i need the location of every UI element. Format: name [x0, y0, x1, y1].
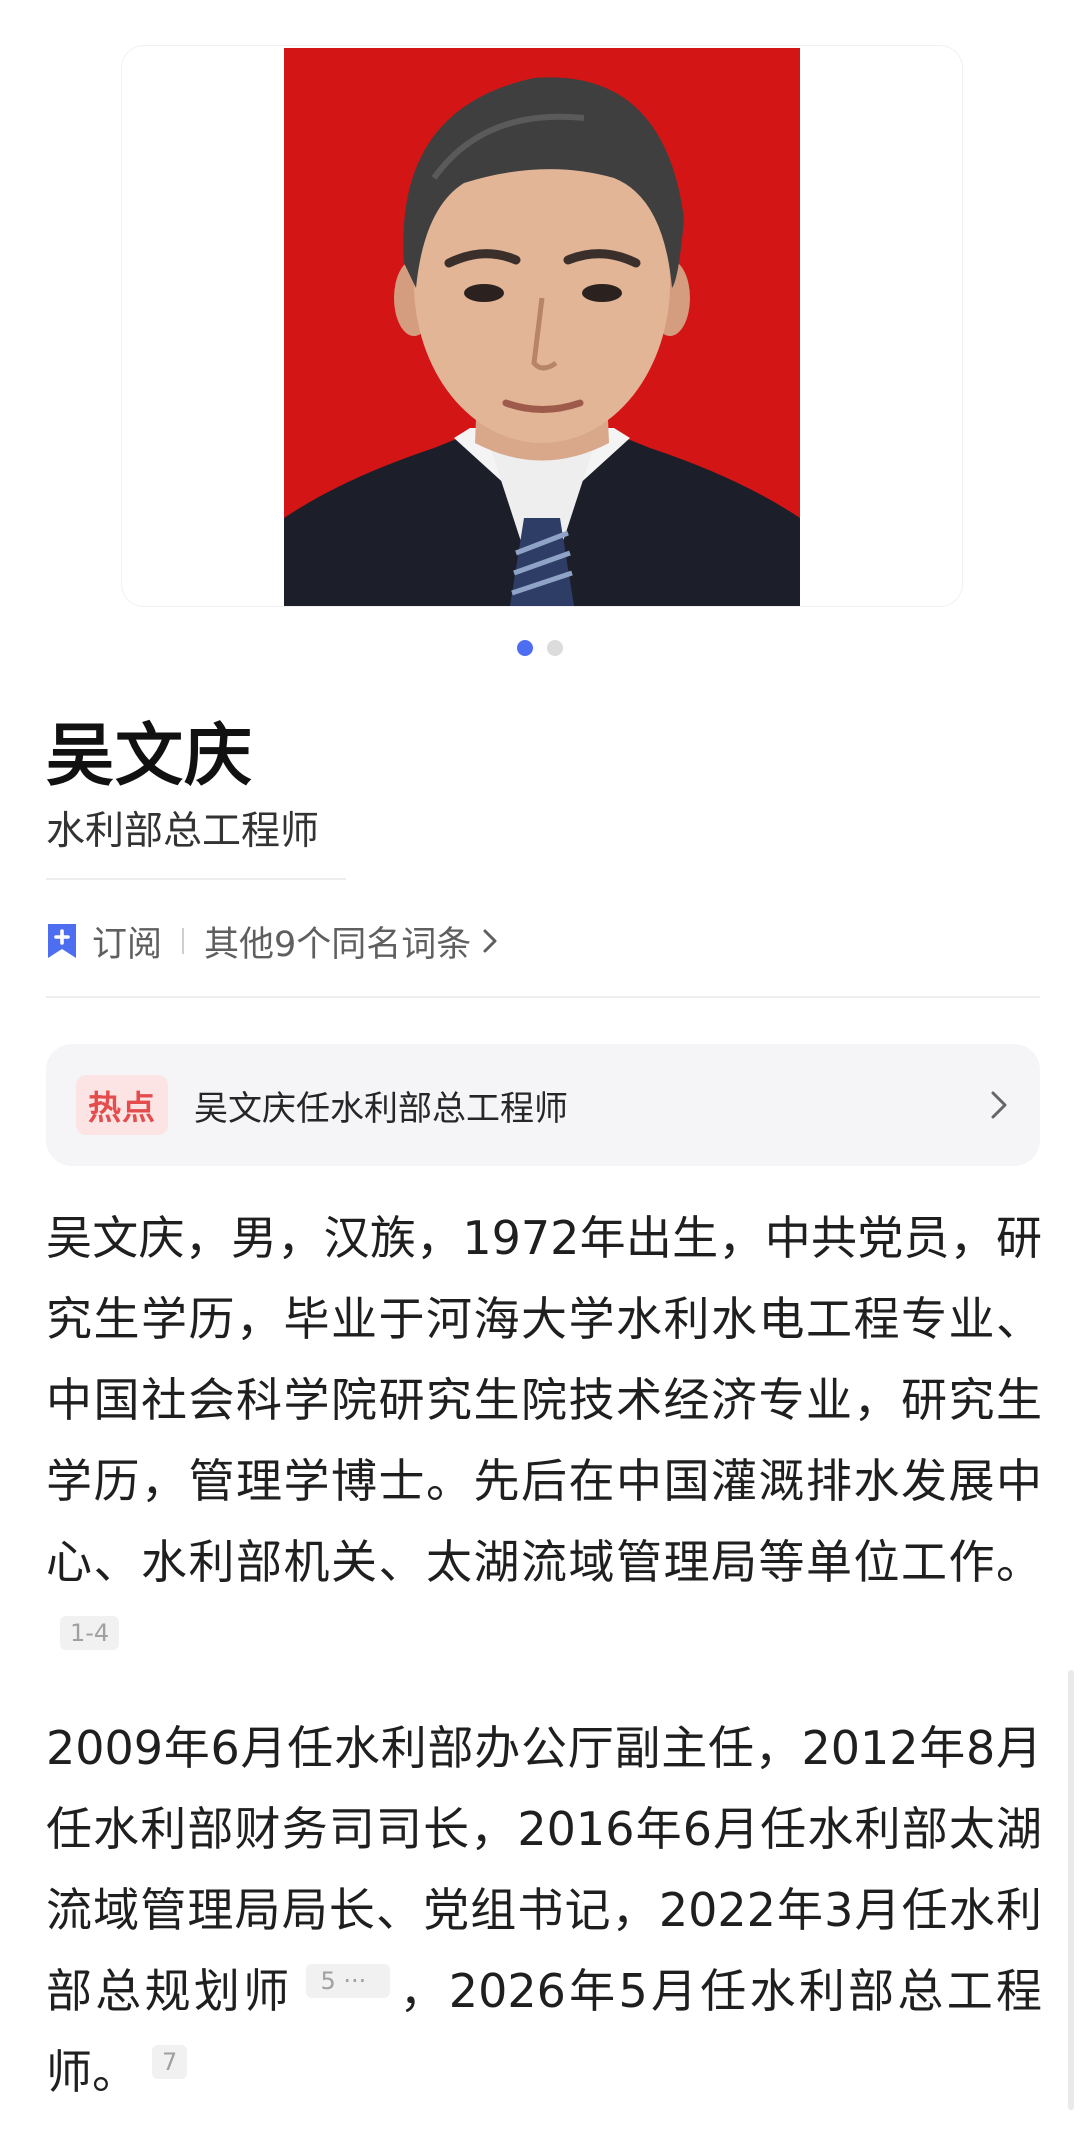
carousel-dot[interactable]: [547, 640, 563, 656]
carousel-indicator[interactable]: [0, 640, 1080, 656]
career-paragraph: 2009年6月任水利部办公厅副主任，2012年8月任水利部财务司司长，2016年…: [46, 1708, 1042, 2113]
action-row: 订阅 其他9个同名词条: [46, 916, 499, 967]
bookmark-plus-icon[interactable]: [46, 922, 78, 960]
subscribe-button[interactable]: 订阅: [92, 916, 162, 967]
hot-news-bar[interactable]: 热点 吴文庆任水利部总工程师: [46, 1044, 1040, 1166]
summary-paragraph: 吴文庆，男，汉族，1972年出生，中共党员，研究生学历，毕业于河海大学水利水电工…: [46, 1198, 1042, 1684]
separator: [182, 928, 185, 954]
homonyms-link[interactable]: 其他9个同名词条: [204, 916, 471, 967]
chevron-right-icon[interactable]: [481, 928, 499, 954]
chevron-right-icon[interactable]: [988, 1088, 1010, 1122]
entry-title: 吴文庆: [46, 717, 254, 796]
divider: [46, 878, 346, 880]
summary-text: 吴文庆，男，汉族，1972年出生，中共党员，研究生学历，毕业于河海大学水利水电工…: [46, 1211, 1042, 1589]
hot-badge: 热点: [76, 1075, 168, 1135]
citation-ref[interactable]: 7: [152, 2045, 188, 2079]
citation-ref[interactable]: 1-4: [60, 1616, 120, 1650]
hot-headline[interactable]: 吴文庆任水利部总工程师: [194, 1081, 988, 1130]
citation-ref[interactable]: 5 ···: [306, 1964, 391, 1998]
portrait-image[interactable]: [284, 48, 800, 606]
scrollbar[interactable]: [1068, 1670, 1074, 2110]
divider: [46, 996, 1040, 998]
entry-subtitle: 水利部总工程师: [46, 809, 320, 854]
carousel-dot-active[interactable]: [517, 640, 533, 656]
